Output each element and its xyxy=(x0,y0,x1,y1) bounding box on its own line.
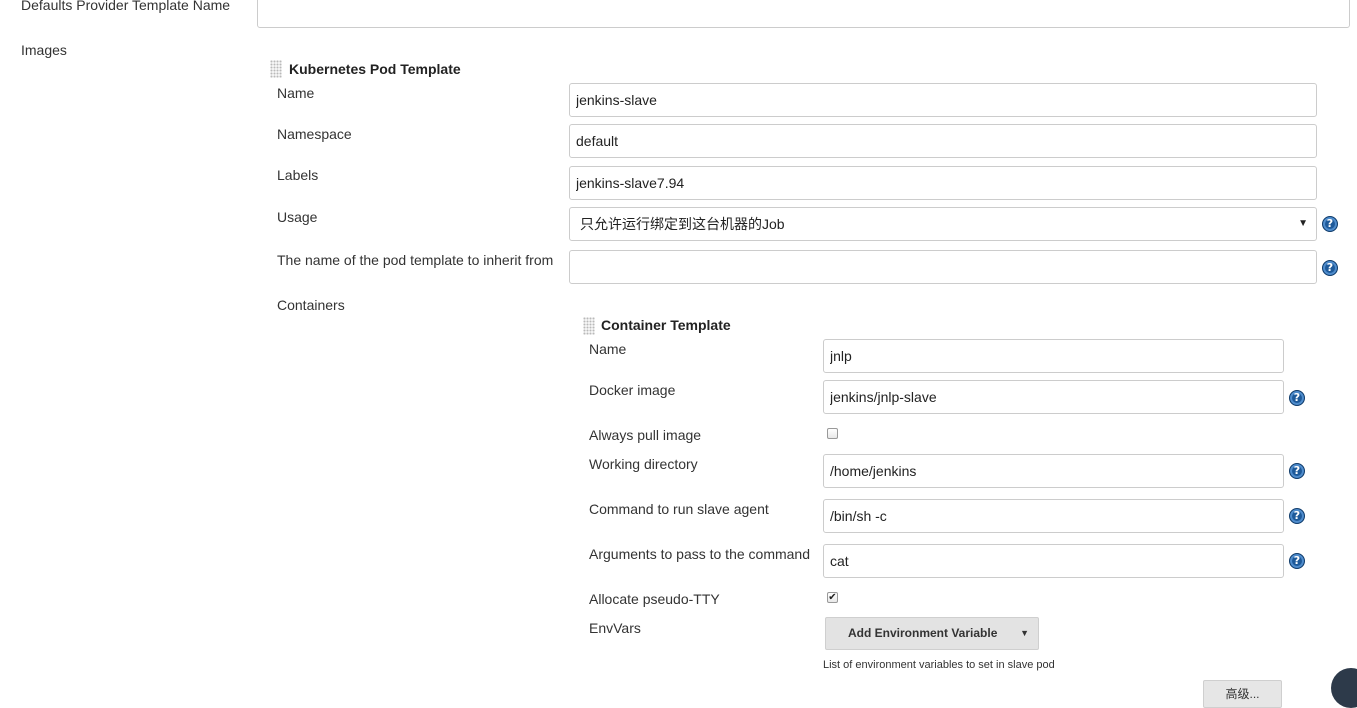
usage-help-icon[interactable]: ? xyxy=(1322,216,1338,232)
docker-image-input[interactable] xyxy=(823,380,1284,414)
command-help-icon[interactable]: ? xyxy=(1289,508,1305,524)
containers-label: Containers xyxy=(277,297,345,313)
envvars-hint: List of environment variables to set in … xyxy=(823,659,1055,671)
inherit-input[interactable] xyxy=(569,250,1317,284)
inherit-help-icon[interactable]: ? xyxy=(1322,260,1338,276)
working-dir-input[interactable] xyxy=(823,454,1284,488)
add-env-variable-label: Add Environment Variable xyxy=(848,626,998,640)
add-env-variable-button[interactable]: Add Environment Variable ▼ xyxy=(825,617,1039,650)
usage-select[interactable]: 只允许运行绑定到这台机器的Job ▼ xyxy=(569,207,1317,241)
images-label: Images xyxy=(21,42,67,58)
usage-selected-value: 只允许运行绑定到这台机器的Job xyxy=(580,216,785,232)
docker-image-label: Docker image xyxy=(589,382,676,398)
namespace-label: Namespace xyxy=(277,126,352,142)
container-template-title: Container Template xyxy=(601,317,731,333)
pod-template-title: Kubernetes Pod Template xyxy=(289,61,461,77)
chevron-down-icon: ▼ xyxy=(1298,218,1308,229)
args-help-icon[interactable]: ? xyxy=(1289,553,1305,569)
container-name-input[interactable] xyxy=(823,339,1284,373)
args-input[interactable] xyxy=(823,544,1284,578)
container-name-label: Name xyxy=(589,341,627,357)
docker-image-help-icon[interactable]: ? xyxy=(1289,390,1305,406)
pod-name-label: Name xyxy=(277,85,315,101)
working-dir-label: Working directory xyxy=(589,456,698,472)
pod-name-input[interactable] xyxy=(569,83,1317,117)
always-pull-label: Always pull image xyxy=(589,427,702,443)
dropdown-arrow-icon: ▼ xyxy=(1020,628,1029,638)
labels-input[interactable] xyxy=(569,166,1317,200)
namespace-input[interactable] xyxy=(569,124,1317,158)
defaults-provider-label: Defaults Provider Template Name xyxy=(21,0,231,13)
labels-label: Labels xyxy=(277,167,319,183)
tty-checkbox[interactable]: ✔ xyxy=(827,592,838,603)
envvars-label: EnvVars xyxy=(589,620,641,636)
pod-template-drag-handle-icon[interactable] xyxy=(270,60,282,78)
check-icon: ✔ xyxy=(828,592,837,603)
container-template-drag-handle-icon[interactable] xyxy=(583,317,595,335)
working-dir-help-icon[interactable]: ? xyxy=(1289,463,1305,479)
tty-label: Allocate pseudo-TTY xyxy=(589,591,720,607)
command-label: Command to run slave agent xyxy=(589,501,769,517)
usage-label: Usage xyxy=(277,209,318,225)
advanced-button[interactable]: 高级... xyxy=(1203,680,1282,708)
command-input[interactable] xyxy=(823,499,1284,533)
inherit-label: The name of the pod template to inherit … xyxy=(277,252,554,268)
args-label: Arguments to pass to the command xyxy=(589,546,810,562)
defaults-provider-input[interactable] xyxy=(257,0,1350,28)
always-pull-checkbox[interactable] xyxy=(827,428,838,439)
floating-status-widget[interactable] xyxy=(1331,668,1357,708)
